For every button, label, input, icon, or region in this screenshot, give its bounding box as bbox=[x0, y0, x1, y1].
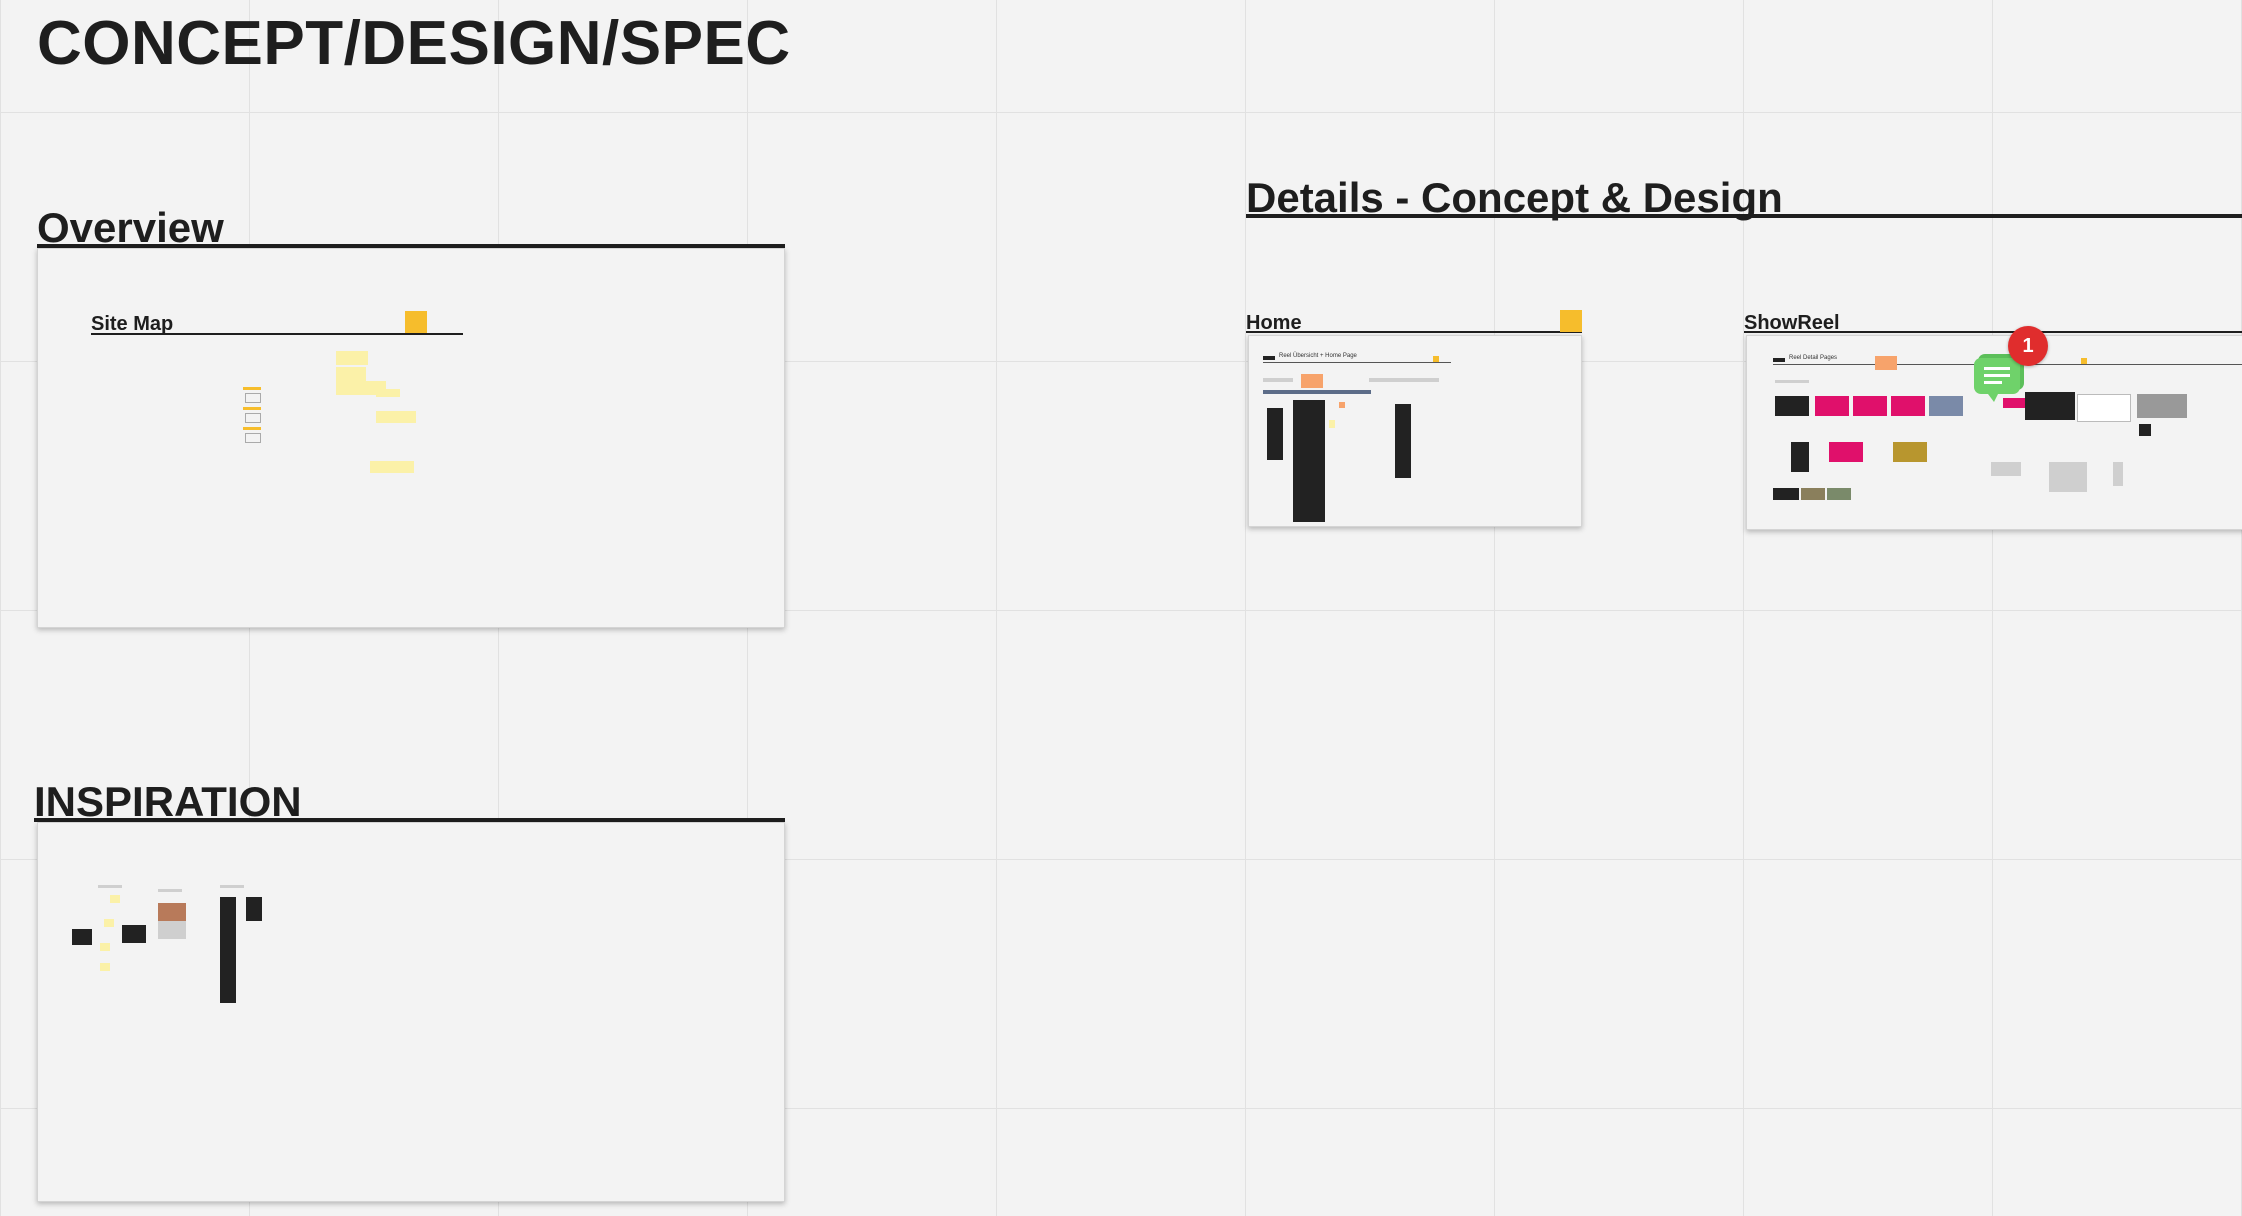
sitemap-nodes bbox=[243, 387, 261, 447]
sticky-note bbox=[336, 351, 368, 365]
home-thumb-label: Reel Übersicht + Home Page bbox=[1279, 353, 1357, 359]
inspiration-frame[interactable] bbox=[37, 822, 785, 1202]
overview-frame[interactable]: Site Map bbox=[37, 248, 785, 628]
showreel-frame-rule bbox=[1744, 331, 2242, 333]
showreel-thumb-label: Reel Detail Pages bbox=[1789, 355, 1838, 361]
section-rule-details bbox=[1246, 214, 2242, 218]
board-title: CONCEPT/DESIGN/SPEC bbox=[37, 9, 791, 78]
site-map-marker bbox=[405, 311, 427, 333]
sticky-note bbox=[376, 411, 416, 423]
site-map-rule bbox=[91, 333, 463, 335]
comment-count-badge[interactable]: 1 bbox=[2008, 326, 2048, 366]
sticky-note bbox=[336, 367, 366, 381]
home-frame[interactable]: Reel Übersicht + Home Page bbox=[1248, 335, 1582, 527]
sticky-note bbox=[370, 461, 414, 473]
home-frame-rule bbox=[1246, 331, 1582, 333]
home-marker bbox=[1560, 310, 1582, 332]
sticky-note bbox=[376, 389, 400, 397]
